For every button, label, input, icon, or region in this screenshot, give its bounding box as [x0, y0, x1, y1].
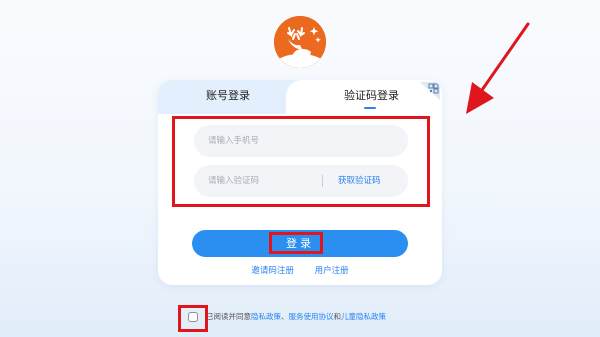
agreement-checkbox[interactable]: [188, 312, 198, 322]
field-divider: [322, 175, 323, 187]
get-code-button[interactable]: 获取验证码: [338, 174, 381, 188]
verification-code-field[interactable]: 获取验证码: [194, 165, 408, 197]
service-agreement-link[interactable]: 服务使用协议: [289, 312, 334, 321]
phone-input[interactable]: [208, 125, 398, 157]
qr-code-icon[interactable]: [420, 82, 440, 100]
login-card: 账号登录 验证码登录 获取验证码 登录 邀请码注册 用户注册: [158, 80, 442, 285]
annotation-arrow-icon: [466, 22, 530, 114]
invite-register-link[interactable]: 邀请码注册: [251, 266, 294, 276]
verification-code-input[interactable]: [208, 165, 318, 197]
tab-account-login[interactable]: 账号登录: [206, 89, 250, 103]
agreement-text: 已阅读并同意隐私政策、服务使用协议和儿童隐私政策: [206, 311, 386, 323]
app-logo-icon: [274, 16, 326, 68]
login-button[interactable]: 登录: [192, 230, 408, 257]
tab-code-login[interactable]: 验证码登录: [344, 89, 399, 103]
register-links: 邀请码注册 用户注册: [158, 265, 442, 277]
agreement-conjunction: 和: [333, 312, 342, 321]
user-register-link[interactable]: 用户注册: [315, 266, 349, 276]
phone-field[interactable]: [194, 125, 408, 157]
active-tab-indicator: [364, 107, 376, 109]
agreement-prefix: 已阅读并同意: [206, 312, 251, 321]
child-privacy-policy-link[interactable]: 儿童隐私政策: [341, 312, 386, 321]
privacy-policy-link[interactable]: 隐私政策: [251, 312, 281, 321]
agreement-separator: 、: [281, 312, 289, 321]
